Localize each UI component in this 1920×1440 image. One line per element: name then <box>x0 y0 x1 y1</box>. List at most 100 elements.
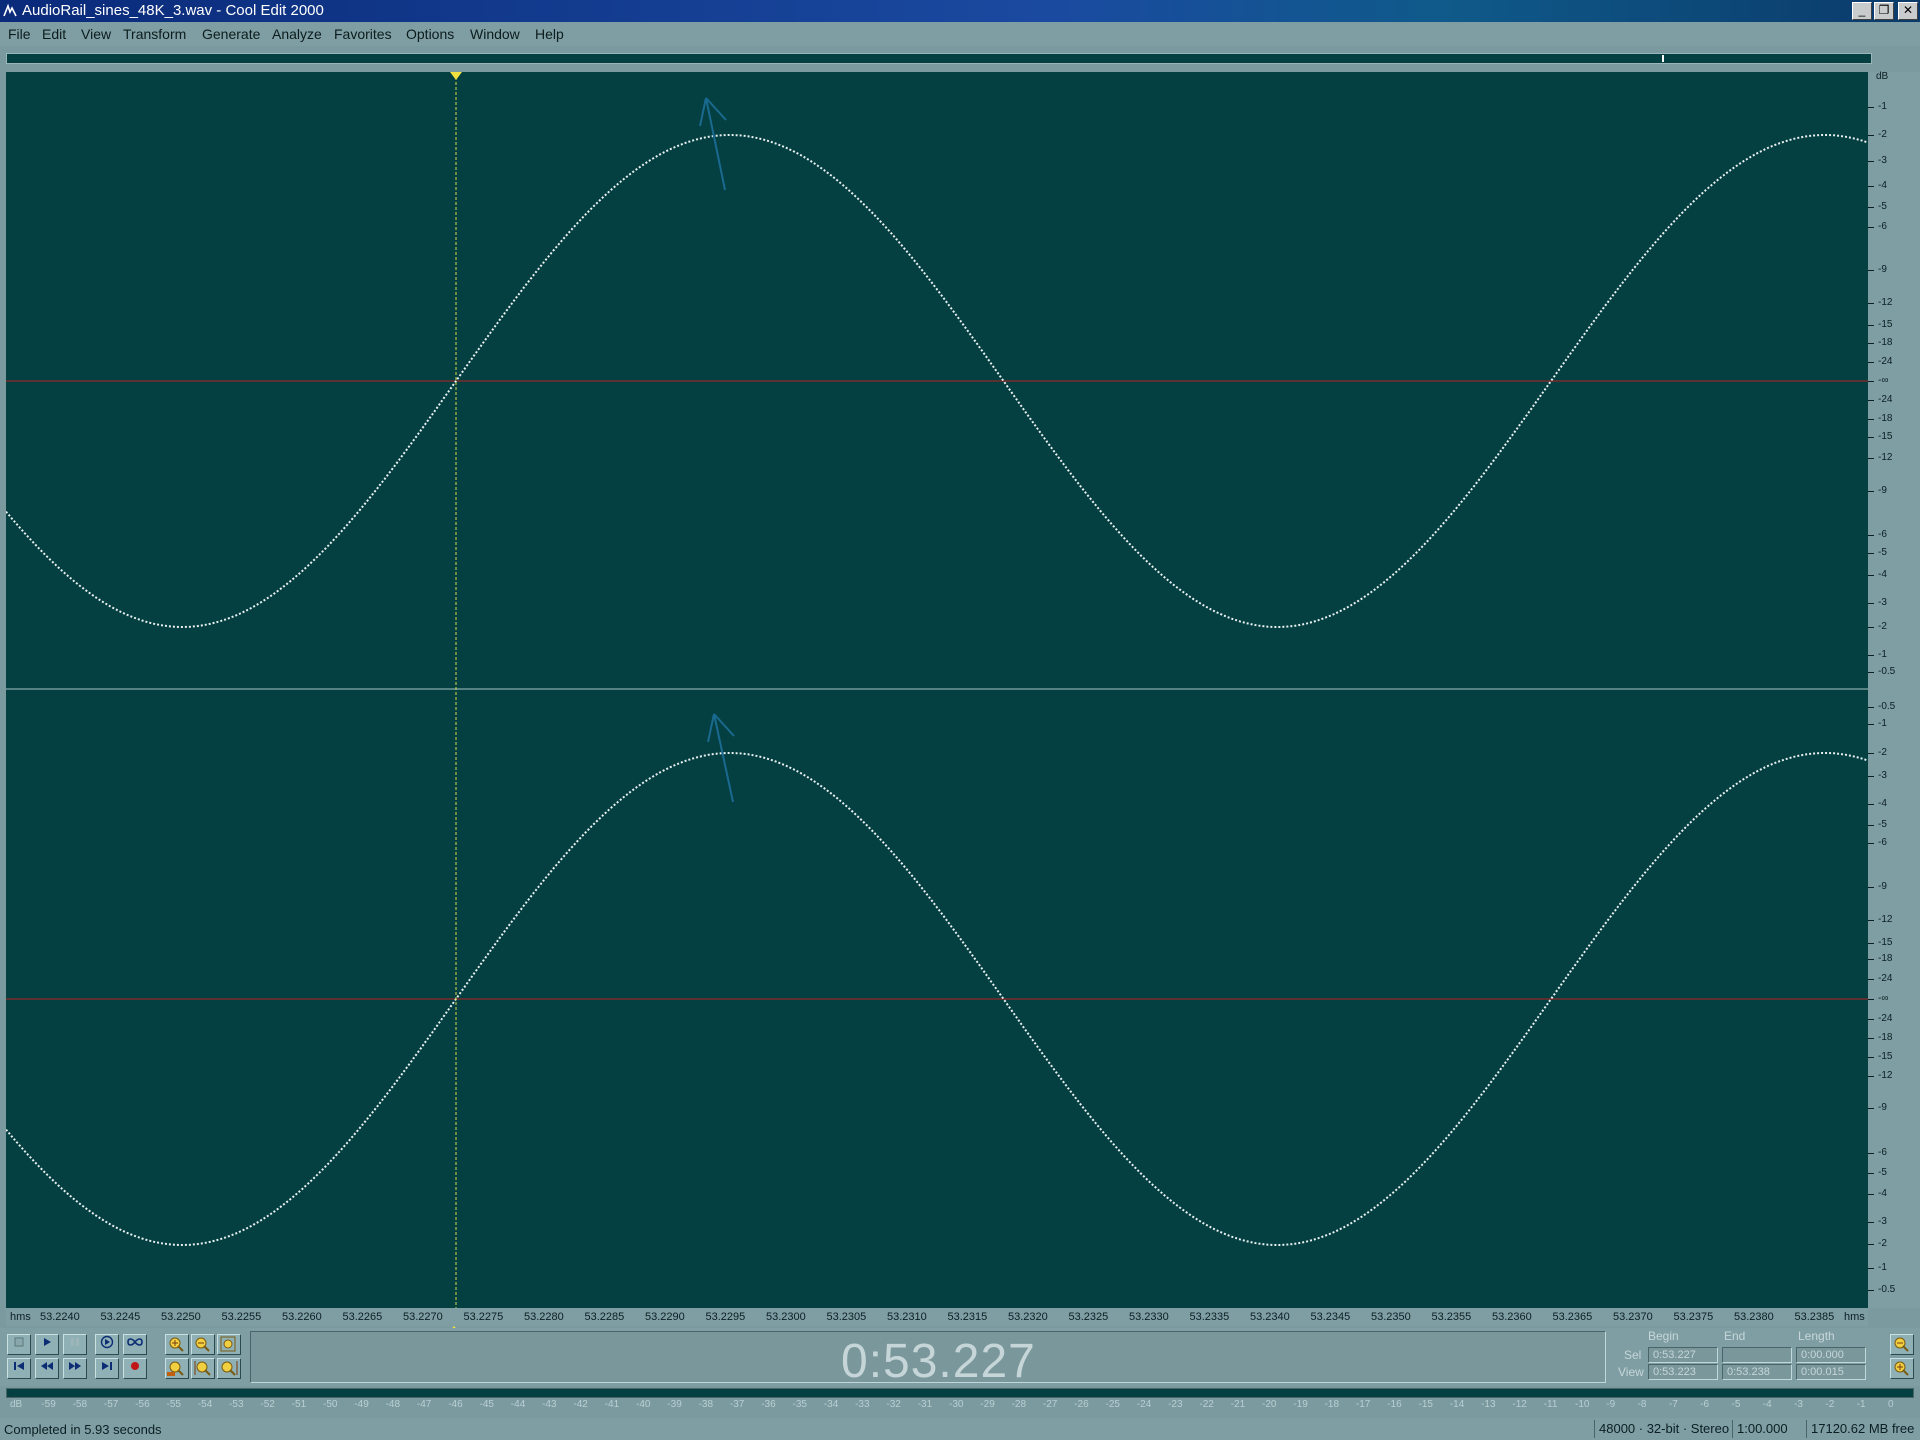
db-tick <box>1868 270 1874 271</box>
level-meter-label: -52 <box>260 1399 275 1410</box>
right-channel-db-label: -2 <box>1878 1238 1887 1249</box>
record-icon <box>131 1362 139 1370</box>
right-channel-db-label: -5 <box>1878 1167 1887 1178</box>
zoom-in-button[interactable] <box>165 1334 189 1355</box>
menu-favorites[interactable]: Favorites <box>334 26 392 42</box>
level-meter-label: -46 <box>448 1399 463 1410</box>
db-tick <box>1868 553 1874 554</box>
db-tick <box>1868 753 1874 754</box>
title-bar: AudioRail_sines_48K_3.wav - Cool Edit 20… <box>0 0 1920 22</box>
level-meter-label: -11 <box>1543 1399 1558 1410</box>
level-meter-label: -4 <box>1762 1399 1772 1410</box>
level-meter-label: -34 <box>823 1399 839 1410</box>
window-title: AudioRail_sines_48K_3.wav - Cool Edit 20… <box>22 2 324 19</box>
db-tick <box>1868 227 1874 228</box>
app-icon[interactable] <box>2 3 18 19</box>
go-to-start-button[interactable] <box>7 1358 31 1379</box>
time-tick-label: 53.2385 <box>1794 1311 1835 1323</box>
db-tick <box>1868 1108 1874 1109</box>
level-meter-label: -32 <box>886 1399 901 1410</box>
restore-button[interactable]: ❐ <box>1874 2 1894 20</box>
menu-help[interactable]: Help <box>535 26 564 42</box>
level-meter-label: -20 <box>1262 1399 1277 1410</box>
pause-button[interactable] <box>63 1334 87 1355</box>
waveform-canvas[interactable] <box>6 72 1868 1308</box>
zoom-left-edge-button[interactable] <box>191 1358 215 1379</box>
menu-edit[interactable]: Edit <box>42 26 66 42</box>
sel-begin-field[interactable]: 0:53.227 <box>1648 1347 1718 1363</box>
view-length-field[interactable]: 0:00.015 <box>1796 1364 1866 1380</box>
menu-generate[interactable]: Generate <box>202 26 260 42</box>
level-meter-label: -51 <box>291 1399 307 1410</box>
time-tick-label: 53.2250 <box>161 1311 201 1323</box>
menu-view[interactable]: View <box>81 26 111 42</box>
db-tick <box>1868 343 1874 344</box>
zoom-left-edge-icon <box>194 1361 211 1376</box>
overview-position-marker[interactable] <box>1662 55 1664 62</box>
go-to-end-button[interactable] <box>95 1358 119 1379</box>
left-channel-db-label: -2 <box>1878 621 1887 632</box>
right-channel-db-label: -18 <box>1878 953 1893 964</box>
view-end-field[interactable]: 0:53.238 <box>1722 1364 1792 1380</box>
zoom-right-edge-icon <box>221 1361 238 1376</box>
play-to-end-button[interactable] <box>95 1334 119 1355</box>
left-channel-db-label: -12 <box>1878 297 1893 308</box>
stop-button[interactable] <box>7 1334 31 1355</box>
time-tick-label: 53.2335 <box>1189 1311 1230 1323</box>
vertical-zoom-in-button[interactable] <box>1890 1358 1914 1379</box>
level-meter-label: -30 <box>949 1399 964 1410</box>
play-button[interactable] <box>35 1334 59 1355</box>
menu-transform[interactable]: Transform <box>123 26 186 42</box>
play-icon <box>44 1338 51 1346</box>
db-tick <box>1868 437 1874 438</box>
time-tick-label: 53.2300 <box>766 1311 806 1323</box>
time-tick-label: 53.2355 <box>1431 1311 1472 1323</box>
menu-analyze[interactable]: Analyze <box>272 26 322 42</box>
zoom-to-selection-button[interactable] <box>165 1358 189 1379</box>
close-button[interactable]: ✕ <box>1898 2 1918 20</box>
rewind-button[interactable] <box>35 1358 59 1379</box>
record-button[interactable] <box>123 1358 147 1379</box>
right-channel-db-label: -0.5 <box>1878 701 1896 712</box>
left-channel-db-label: -4 <box>1878 569 1887 580</box>
menu-window[interactable]: Window <box>470 26 520 42</box>
right-channel-db-label: -9 <box>1878 1102 1887 1113</box>
cursor-top-marker[interactable] <box>450 72 462 80</box>
db-tick <box>1868 161 1874 162</box>
time-tick-label: 53.2365 <box>1552 1311 1593 1323</box>
zoom-right-edge-button[interactable] <box>217 1358 241 1379</box>
view-begin-field[interactable]: 0:53.223 <box>1648 1364 1718 1380</box>
overview-scrollbar[interactable] <box>6 53 1872 64</box>
status-ratio: 1:00.000 <box>1732 1420 1806 1438</box>
fast-forward-button[interactable] <box>63 1358 87 1379</box>
zoom-out-icon <box>195 1337 210 1352</box>
left-channel-db-label: -15 <box>1878 319 1893 330</box>
sel-end-field[interactable] <box>1722 1347 1792 1363</box>
level-meter-label: -19 <box>1293 1399 1308 1410</box>
db-tick <box>1868 107 1874 108</box>
level-meter-label: -26 <box>1074 1399 1089 1410</box>
sel-length-field[interactable]: 0:00.000 <box>1796 1347 1866 1363</box>
zoom-in-icon <box>169 1337 184 1352</box>
left-channel-db-label: -6 <box>1878 529 1887 540</box>
loop-button[interactable] <box>123 1334 147 1355</box>
level-meter-label: -3 <box>1794 1399 1803 1410</box>
time-tick-label: 53.2240 <box>40 1311 80 1323</box>
time-tick-label: 53.2275 <box>463 1311 504 1323</box>
zoom-out-button[interactable] <box>191 1334 215 1355</box>
vertical-zoom-out-button[interactable] <box>1890 1334 1914 1355</box>
level-meter-label: -16 <box>1387 1399 1402 1410</box>
minimize-button[interactable]: _ <box>1852 2 1872 20</box>
time-ruler[interactable]: hms hms 53.2240 53.2245 53.2250 53.2255 53.2… <box>6 1308 1868 1326</box>
db-tick <box>1868 979 1874 980</box>
level-meter-label: -22 <box>1199 1399 1214 1410</box>
left-channel-db-label: -5 <box>1878 201 1887 212</box>
time-tick-label: 53.2265 <box>342 1311 383 1323</box>
menu-options[interactable]: Options <box>406 26 454 42</box>
menu-file[interactable]: File <box>8 26 31 42</box>
vertical-zoom-in-icon <box>1894 1361 1909 1376</box>
left-channel-db-label: -9 <box>1878 264 1887 275</box>
zoom-full-button[interactable] <box>217 1334 241 1355</box>
waveform-display[interactable] <box>6 72 1868 1308</box>
time-tick-label: 53.2325 <box>1068 1311 1109 1323</box>
